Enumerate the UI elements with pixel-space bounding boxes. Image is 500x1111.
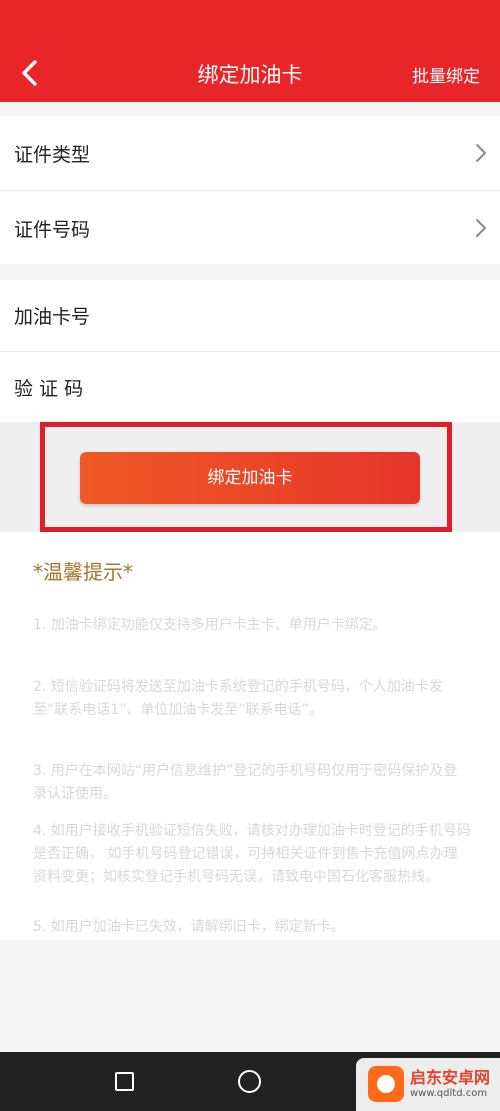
watermark-name: 启东安卓网 (410, 1068, 491, 1087)
tip-item: 1. 加油卡绑定功能仅支持多用户卡主卡、单用户卡绑定。 (33, 617, 387, 633)
status-bar (0, 0, 500, 44)
circle-icon[interactable] (238, 1070, 261, 1093)
id-info-group: 证件类型 证件号码 (0, 116, 500, 264)
verify-code-label: 验 证 码 (14, 378, 84, 400)
id-type-row[interactable]: 证件类型 (0, 116, 500, 190)
batch-bind-button[interactable]: 批量绑定 (412, 62, 480, 87)
square-icon[interactable] (115, 1072, 134, 1091)
card-number-field[interactable]: 加油卡号 (0, 280, 500, 351)
id-number-row[interactable]: 证件号码 (0, 190, 500, 265)
verify-code-field[interactable]: 验 证 码 (0, 351, 500, 423)
submit-section: 绑定加油卡 (0, 422, 500, 532)
id-type-label: 证件类型 (14, 144, 91, 166)
card-number-label: 加油卡号 (14, 306, 91, 328)
chevron-right-icon (476, 219, 486, 237)
tip-item: 5. 如用户加油卡已失效，请解绑旧卡，绑定新卡。 (33, 919, 345, 935)
watermark-logo-icon (368, 1066, 404, 1102)
watermark-url: www.qdltd.com (410, 1088, 488, 1099)
id-number-label: 证件号码 (14, 219, 91, 241)
bind-card-button[interactable]: 绑定加油卡 (80, 452, 420, 504)
chevron-right-icon (476, 144, 486, 162)
tip-item: 4. 如用户接收手机验证短信失败，请核对办理加油卡时登记的手机号码是否正确， 如… (33, 823, 471, 885)
watermark-logo: 启东安卓网 www.qdltd.com (356, 1058, 500, 1111)
tips-section: *温馨提示* 1. 加油卡绑定功能仅支持多用户卡主卡、单用户卡绑定。 2. 短信… (0, 532, 500, 940)
tip-item: 3. 用户在本网站“用户信息维护”登记的手机号码仅用于密码保护及登录认证使用。 (33, 763, 458, 802)
top-navigation-bar: 绑定加油卡 批量绑定 (0, 44, 500, 102)
card-info-group: 加油卡号 验 证 码 (0, 280, 500, 422)
tips-title: *温馨提示* (33, 560, 133, 584)
tip-item: 2. 短信验证码将发送至加油卡系统登记的手机号码，个人加油卡发至“联系电话1”、… (33, 679, 443, 718)
